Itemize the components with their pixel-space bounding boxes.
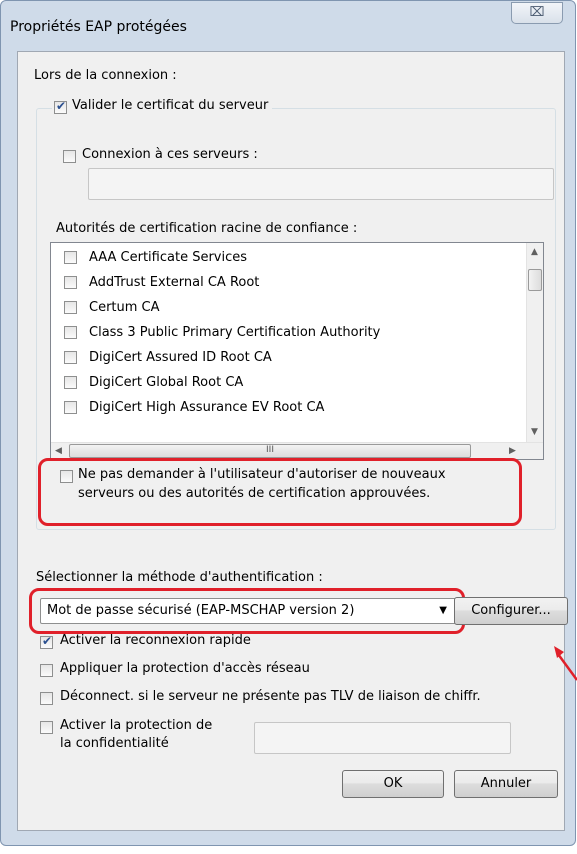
no-prompt-label-line1: Ne pas demander à l'utilisateur d'autori…: [78, 467, 446, 482]
ca-checkbox[interactable]: [64, 276, 77, 289]
validate-certificate-checkbox[interactable]: [54, 99, 67, 114]
validate-certificate-option[interactable]: Valider le certificat du serveur: [52, 98, 273, 114]
trusted-roots-label: Autorités de certification racine de con…: [56, 221, 358, 236]
ca-label: AddTrust External CA Root: [89, 275, 260, 290]
vertical-scrollbar[interactable]: ▲ ▼: [526, 243, 543, 442]
list-item[interactable]: Certum CA: [51, 296, 521, 321]
grip-icon: III: [266, 445, 274, 455]
list-item[interactable]: AAA Certificate Services: [51, 246, 521, 271]
cancel-label: Annuler: [480, 776, 532, 791]
ok-label: OK: [383, 776, 403, 791]
ok-button[interactable]: OK: [342, 770, 444, 798]
ca-label: DigiCert Assured ID Root CA: [89, 350, 272, 365]
fast-reconnect-checkbox[interactable]: [40, 634, 53, 649]
dialog-window: Propriétés EAP protégées ⌧ Lors de la co…: [0, 0, 576, 846]
scroll-down-icon[interactable]: ▼: [531, 427, 538, 437]
fast-reconnect-label: Activer la reconnexion rapide: [60, 633, 251, 648]
window-title: Propriétés EAP protégées: [10, 19, 187, 35]
privacy-input[interactable]: [254, 722, 511, 754]
list-item[interactable]: DigiCert High Assurance EV Root CA: [51, 396, 521, 421]
horizontal-scrollbar[interactable]: ◀ III ▶: [51, 442, 543, 459]
no-prompt-label-line2: serveurs ou des autorités de certificati…: [78, 486, 431, 501]
ca-label: DigiCert High Assurance EV Root CA: [89, 400, 325, 415]
nap-label: Appliquer la protection d'accès réseau: [60, 661, 310, 676]
ca-label: Certum CA: [89, 300, 160, 315]
ca-checkbox[interactable]: [64, 376, 77, 389]
ca-list[interactable]: AAA Certificate Services AddTrust Extern…: [50, 242, 544, 460]
disconnect-tlv-label: Déconnect. si le serveur ne présente pas…: [60, 689, 481, 704]
list-item[interactable]: Class 3 Public Primary Certification Aut…: [51, 321, 521, 346]
scroll-up-icon[interactable]: ▲: [531, 247, 538, 257]
list-item[interactable]: DigiCert Global Root CA: [51, 371, 521, 396]
ca-label: DigiCert Global Root CA: [89, 375, 244, 390]
list-item[interactable]: AddTrust External CA Root: [51, 271, 521, 296]
scroll-right-icon[interactable]: ▶: [509, 446, 516, 456]
cancel-button[interactable]: Annuler: [454, 770, 558, 798]
list-item[interactable]: DigiCert Assured ID Root CA: [51, 346, 521, 371]
no-prompt-checkbox[interactable]: [60, 470, 73, 483]
auth-method-heading: Sélectionner la méthode d'authentificati…: [36, 570, 323, 585]
horizontal-scroll-thumb[interactable]: III: [69, 444, 471, 458]
scroll-left-icon[interactable]: ◀: [55, 446, 62, 456]
ca-checkbox[interactable]: [64, 251, 77, 264]
disconnect-tlv-checkbox[interactable]: [40, 692, 53, 705]
nap-checkbox[interactable]: [40, 664, 53, 677]
connection-heading: Lors de la connexion :: [34, 68, 177, 83]
privacy-label-line1: Activer la protection de: [60, 718, 213, 733]
auth-method-value: Mot de passe sécurisé (EAP-MSCHAP versio…: [47, 603, 355, 618]
configure-label: Configurer...: [471, 603, 551, 618]
vertical-scroll-thumb[interactable]: [528, 269, 542, 291]
ca-checkbox[interactable]: [64, 401, 77, 414]
ca-checkbox[interactable]: [64, 326, 77, 339]
dialog-body: Lors de la connexion : Valider le certif…: [17, 51, 568, 831]
privacy-label-line2: la confidentialité: [60, 736, 169, 751]
configure-button[interactable]: Configurer...: [454, 597, 568, 625]
close-button[interactable]: ⌧: [511, 2, 563, 24]
validate-certificate-label: Valider le certificat du serveur: [72, 98, 269, 113]
ca-checkbox[interactable]: [64, 301, 77, 314]
ca-label: AAA Certificate Services: [89, 250, 248, 265]
privacy-checkbox[interactable]: [40, 721, 53, 734]
connect-servers-label: Connexion à ces serveurs :: [82, 147, 258, 162]
chevron-down-icon: ▼: [439, 605, 447, 616]
auth-method-select[interactable]: Mot de passe sécurisé (EAP-MSCHAP versio…: [40, 598, 456, 624]
ca-checkbox[interactable]: [64, 351, 77, 364]
ca-label: Class 3 Public Primary Certification Aut…: [89, 325, 381, 340]
connect-servers-checkbox[interactable]: [63, 150, 76, 163]
servers-input[interactable]: [88, 168, 554, 200]
close-icon: ⌧: [529, 5, 545, 20]
